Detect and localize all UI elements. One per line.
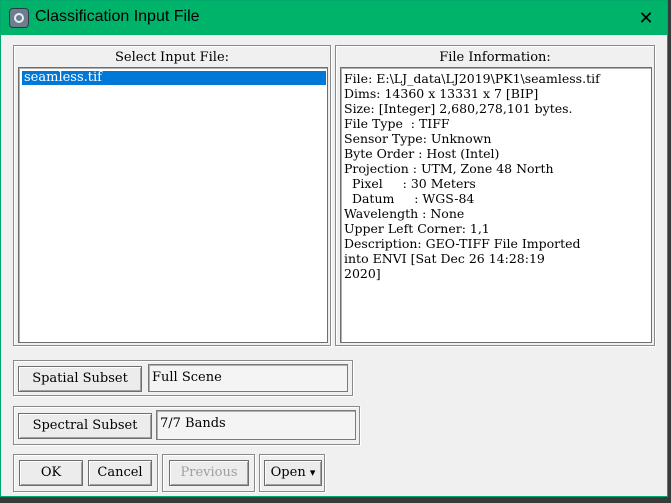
- file-information-panel: File Information: File: E:\LJ_data\LJ201…: [335, 45, 655, 346]
- file-information-text: File: E:\LJ_data\LJ2019\PK1\seamless.tif…: [340, 67, 652, 343]
- input-file-panel: Select Input File: seamless.tif: [13, 45, 331, 346]
- info-line: File: E:\LJ_data\LJ2019\PK1\seamless.tif: [344, 71, 600, 86]
- info-line: Projection : UTM, Zone 48 North: [344, 161, 554, 176]
- file-information-label: File Information:: [439, 50, 551, 65]
- info-line: Datum : WGS-84: [344, 191, 475, 206]
- open-group: Open ▾: [259, 454, 325, 492]
- info-line: Byte Order : Host (Intel): [344, 146, 500, 161]
- open-menu-button[interactable]: Open ▾: [264, 460, 322, 486]
- cancel-button[interactable]: Cancel: [88, 460, 152, 486]
- classification-input-dialog: Classification Input File ✕ Select Input…: [0, 0, 668, 497]
- spatial-subset-value: Full Scene: [148, 364, 348, 392]
- info-line: Sensor Type: Unknown: [344, 131, 492, 146]
- envi-app-icon: [9, 8, 29, 28]
- spectral-subset-button[interactable]: Spectral Subset: [18, 413, 152, 439]
- info-line: Wavelength : None: [344, 206, 465, 221]
- info-line: Description: GEO-TIFF File Imported: [344, 236, 581, 251]
- input-file-label: Select Input File:: [114, 50, 230, 65]
- info-line: Size: [Integer] 2,680,278,101 bytes.: [344, 101, 573, 116]
- title-bar[interactable]: Classification Input File ✕: [1, 1, 667, 35]
- chevron-down-icon: ▾: [309, 466, 316, 479]
- spectral-subset-group: Spectral Subset 7/7 Bands: [13, 406, 360, 445]
- info-line: Dims: 14360 x 13331 x 7 [BIP]: [344, 86, 539, 101]
- spectral-subset-value: 7/7 Bands: [156, 410, 356, 440]
- ok-cancel-group: OK Cancel: [13, 454, 158, 492]
- spatial-subset-button[interactable]: Spatial Subset: [18, 366, 142, 392]
- info-line: into ENVI [Sat Dec 26 14:28:19: [344, 251, 545, 266]
- previous-group: Previous: [162, 454, 255, 492]
- close-icon: ✕: [638, 8, 654, 28]
- spatial-subset-group: Spatial Subset Full Scene: [13, 360, 353, 396]
- background-bottom: [0, 497, 671, 503]
- open-label: Open: [270, 465, 306, 480]
- info-line: Pixel : 30 Meters: [344, 176, 476, 191]
- window-title: Classification Input File: [35, 8, 200, 25]
- info-line: 2020]: [344, 266, 381, 281]
- info-line: Upper Left Corner: 1,1: [344, 221, 490, 236]
- info-line: File Type : TIFF: [344, 116, 450, 131]
- input-file-list[interactable]: seamless.tif: [18, 67, 328, 343]
- file-list-item-selected[interactable]: seamless.tif: [22, 71, 326, 85]
- close-button[interactable]: ✕: [631, 5, 661, 31]
- previous-button[interactable]: Previous: [169, 460, 249, 486]
- ok-button[interactable]: OK: [19, 460, 83, 486]
